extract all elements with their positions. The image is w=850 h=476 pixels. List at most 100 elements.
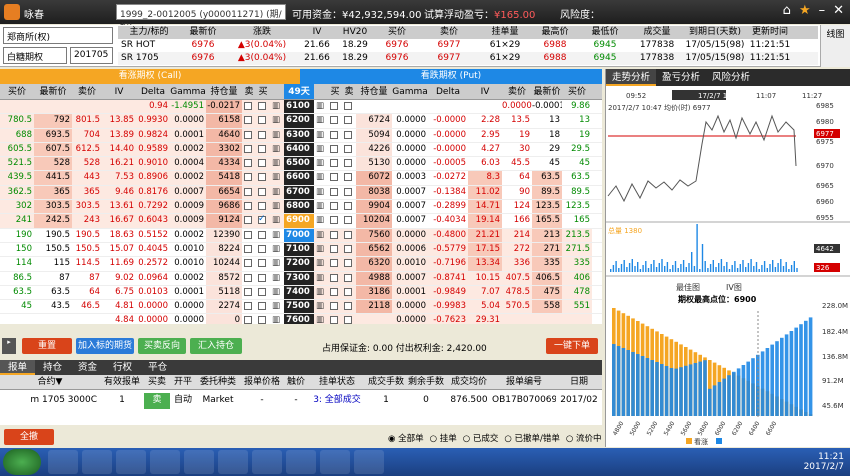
- filter-radio[interactable]: ○ 挂单: [430, 432, 457, 444]
- checkbox-icon[interactable]: [330, 159, 338, 168]
- call-sell-checkbox[interactable]: [242, 157, 256, 171]
- call-sell-checkbox[interactable]: [242, 285, 256, 300]
- put-buy-checkbox[interactable]: [328, 100, 342, 114]
- bar-chart-icon[interactable]: ▥: [270, 171, 284, 185]
- put-sell-checkbox[interactable]: [342, 228, 356, 242]
- month-select[interactable]: 201705: [70, 47, 113, 64]
- checkbox-icon[interactable]: [344, 116, 352, 125]
- checkbox-icon[interactable]: [244, 173, 252, 182]
- put-sell-checkbox[interactable]: [342, 214, 356, 228]
- checkbox-icon[interactable]: [330, 273, 338, 282]
- bar-chart-icon[interactable]: ▥: [314, 100, 328, 114]
- bar-chart-icon[interactable]: ▥: [314, 185, 328, 200]
- checkbox-icon[interactable]: [244, 102, 252, 110]
- checkbox-icon[interactable]: [258, 159, 266, 168]
- order-tab[interactable]: 平仓: [140, 360, 175, 375]
- checkbox-icon[interactable]: [344, 216, 352, 225]
- one-click-order-button[interactable]: 一键下单: [546, 338, 598, 354]
- analysis-tab[interactable]: 走势分析: [606, 69, 657, 86]
- checkbox-icon[interactable]: [344, 102, 352, 110]
- put-buy-checkbox[interactable]: [328, 128, 342, 142]
- bar-chart-icon[interactable]: ▥: [270, 300, 284, 314]
- chain-row[interactable]: 114 115 114.5 11.69 0.2572 0.0010 10244 ▥ 7200 ▥ 6…: [0, 257, 602, 272]
- cancel-all-button[interactable]: 全撤: [4, 429, 54, 445]
- checkbox-icon[interactable]: [344, 187, 352, 196]
- radio-iv[interactable]: IV图: [726, 283, 742, 292]
- checkbox-icon[interactable]: [258, 273, 266, 282]
- checkbox-icon[interactable]: [344, 230, 352, 239]
- checkbox-icon[interactable]: [258, 230, 266, 239]
- checkbox-icon[interactable]: [258, 187, 266, 196]
- bar-chart-icon[interactable]: ▥: [270, 128, 284, 142]
- checkbox-icon[interactable]: [330, 187, 338, 196]
- checkbox-icon[interactable]: [258, 173, 266, 182]
- put-buy-checkbox[interactable]: [328, 114, 342, 128]
- checkbox-icon[interactable]: [344, 159, 352, 168]
- radio-icon[interactable]: ○: [504, 434, 514, 444]
- strike-price[interactable]: 6600: [284, 171, 314, 185]
- table-row[interactable]: m 1705 3000C 1 卖自动 Market - - 3: 全部成交 1 0 876.500…: [0, 393, 602, 409]
- checkbox-icon[interactable]: [344, 302, 352, 311]
- put-buy-checkbox[interactable]: [328, 214, 342, 228]
- call-sell-checkbox[interactable]: [242, 242, 256, 257]
- checkbox-icon[interactable]: [344, 130, 352, 139]
- radio-icon[interactable]: ◉: [388, 434, 398, 444]
- order-tab[interactable]: 资金: [70, 360, 105, 375]
- strike-price[interactable]: 6700: [284, 185, 314, 200]
- chain-row[interactable]: 688 693.5 704 13.89 0.9824 0.0001 4640 ▥ 6300 ▥ 50…: [0, 128, 602, 143]
- checkbox-icon[interactable]: [344, 144, 352, 153]
- chain-row[interactable]: 63.5 63.5 64 6.75 0.0103 0.0001 5118 ▥ 7400 ▥ 3186…: [0, 285, 602, 301]
- strike-price[interactable]: 6800: [284, 200, 314, 214]
- put-buy-checkbox[interactable]: [328, 314, 342, 324]
- call-sell-checkbox[interactable]: [242, 171, 256, 185]
- exchange-select[interactable]: 郑商所(权): [3, 27, 113, 44]
- put-buy-checkbox[interactable]: [328, 157, 342, 171]
- product-select[interactable]: 白糖期权: [3, 47, 67, 64]
- checkbox-icon[interactable]: [344, 173, 352, 182]
- bar-chart-icon[interactable]: ▥: [270, 185, 284, 200]
- checkbox-icon[interactable]: [244, 273, 252, 282]
- bar-chart-icon[interactable]: ▥: [314, 171, 328, 185]
- put-sell-checkbox[interactable]: [342, 271, 356, 285]
- checkbox-icon[interactable]: [330, 173, 338, 182]
- call-sell-checkbox[interactable]: [242, 114, 256, 128]
- checkbox-icon[interactable]: [344, 273, 352, 282]
- checkbox-icon[interactable]: [330, 216, 338, 225]
- put-sell-checkbox[interactable]: [342, 200, 356, 214]
- put-buy-checkbox[interactable]: [328, 228, 342, 242]
- chain-row[interactable]: 45 43.5 46.5 4.81 0.0000 0.0000 2274 ▥ 7500 ▥ 2118…: [0, 300, 602, 315]
- put-buy-checkbox[interactable]: [328, 242, 342, 257]
- put-buy-checkbox[interactable]: [328, 257, 342, 271]
- checkbox-icon[interactable]: [258, 316, 266, 324]
- bar-chart-icon[interactable]: ▥: [270, 228, 284, 242]
- line-chart-toggle[interactable]: 线图: [820, 25, 850, 67]
- call-buy-checkbox[interactable]: [256, 314, 270, 324]
- put-sell-checkbox[interactable]: [342, 157, 356, 171]
- put-sell-checkbox[interactable]: [342, 185, 356, 200]
- home-icon[interactable]: ⌂: [783, 3, 791, 18]
- chain-row[interactable]: 4.84 0.0000 0.0000 0 ▥ 7600 ▥ 0.0000 -0.7623 29.3…: [0, 314, 602, 324]
- start-button[interactable]: [3, 449, 41, 475]
- call-buy-checkbox[interactable]: [256, 214, 270, 228]
- strike-price[interactable]: 7500: [284, 300, 314, 314]
- filter-radio[interactable]: ○ 已撤单/错单: [504, 432, 560, 444]
- order-tab[interactable]: 报单: [0, 360, 36, 375]
- bar-chart-icon[interactable]: ▥: [314, 142, 328, 157]
- checkbox-icon[interactable]: [244, 202, 252, 211]
- checkbox-icon[interactable]: [258, 116, 266, 125]
- bar-chart-icon[interactable]: ▥: [314, 285, 328, 300]
- chain-row[interactable]: 780.5 792 801.5 13.85 0.9930 0.0000 6158 ▥ 6200 ▥…: [0, 114, 602, 129]
- put-buy-checkbox[interactable]: [328, 171, 342, 185]
- call-sell-checkbox[interactable]: [242, 257, 256, 271]
- checkbox-icon[interactable]: [330, 102, 338, 110]
- minimize-icon[interactable]: –: [819, 3, 826, 18]
- put-sell-checkbox[interactable]: [342, 114, 356, 128]
- star-icon[interactable]: ★: [799, 3, 811, 18]
- checkbox-icon[interactable]: [244, 302, 252, 311]
- account-selector[interactable]: 1999_2-0012005 (y000011271) (期/权): [116, 4, 286, 33]
- call-sell-checkbox[interactable]: [242, 228, 256, 242]
- reset-button[interactable]: 重置: [22, 338, 72, 354]
- call-buy-checkbox[interactable]: [256, 257, 270, 271]
- bar-chart-icon[interactable]: ▥: [314, 314, 328, 324]
- checkbox-icon[interactable]: [258, 102, 266, 110]
